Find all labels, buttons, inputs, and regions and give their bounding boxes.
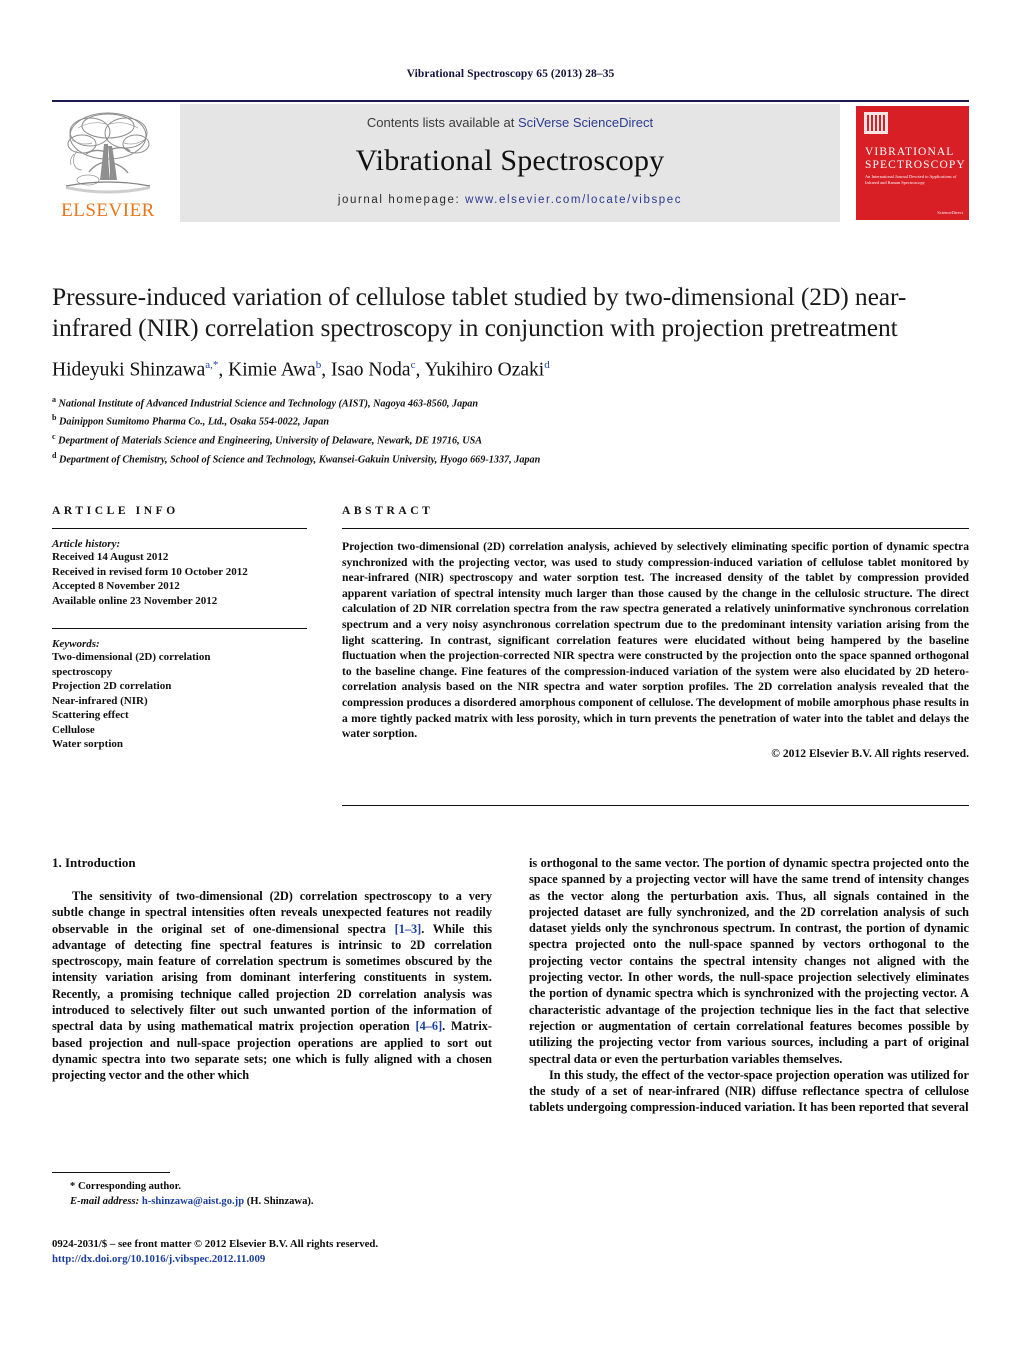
affiliation-text: Department of Chemistry, School of Scien…: [59, 454, 541, 466]
sciencedirect-link[interactable]: SciVerse ScienceDirect: [518, 115, 653, 130]
body-left-column: 1. Introduction The sensitivity of two-d…: [52, 855, 492, 1084]
affiliation-item: c Department of Materials Science and En…: [52, 430, 969, 449]
abstract-label: ABSTRACT: [342, 505, 434, 517]
email-suffix: (H. Shinzawa).: [244, 1195, 314, 1207]
keyword-item: spectroscopy: [52, 665, 113, 678]
homepage-url-link[interactable]: www.elsevier.com/locate/vibspec: [465, 194, 682, 206]
email-link[interactable]: h-shinzawa@aist.go.jp: [142, 1196, 244, 1207]
article-info-rule: [52, 528, 307, 529]
running-head: Vibrational Spectroscopy 65 (2013) 28–35: [406, 68, 615, 80]
header-top-rule: [52, 100, 969, 102]
intro-paragraph-left: The sensitivity of two-dimensional (2D) …: [52, 888, 492, 1084]
journal-masthead: Contents lists available at SciVerse Sci…: [180, 104, 840, 222]
keywords-label: Keywords:: [52, 638, 100, 650]
section-heading-introduction: 1. Introduction: [52, 855, 136, 870]
author-marks: b: [315, 359, 322, 371]
affiliation-item: b Dainippon Sumitomo Pharma Co., Ltd., O…: [52, 411, 969, 430]
article-info-column: ARTICLE INFO Article history: Received 1…: [52, 505, 307, 752]
author-marks: c: [410, 359, 416, 371]
cover-title-line2: SPECTROSCOPY: [865, 159, 966, 171]
journal-header-band: ELSEVIER Contents lists available at Sci…: [52, 104, 969, 222]
affiliation-item: a National Institute of Advanced Industr…: [52, 393, 969, 412]
article-history-item: Available online 23 November 2012: [52, 594, 218, 607]
body-right-column: is orthogonal to the same vector. The po…: [529, 855, 969, 1116]
author-name: Kimie Awa: [228, 359, 316, 381]
citation-link[interactable]: [1–3]: [395, 922, 422, 936]
cover-title-line1: VIBRATIONAL: [865, 146, 955, 158]
citation-link[interactable]: [4–6]: [416, 1019, 443, 1033]
affiliation-mark: d: [52, 451, 57, 461]
abstract-column: ABSTRACT Projection two-dimensional (2D)…: [342, 505, 969, 760]
keyword-item: Projection 2D correlation: [52, 680, 172, 692]
affiliation-mark: a: [52, 394, 56, 404]
intro-paragraph-right-2: In this study, the effect of the vector-…: [529, 1067, 969, 1115]
elsevier-logo: ELSEVIER: [52, 106, 164, 222]
abstract-copyright: © 2012 Elsevier B.V. All rights reserved…: [771, 746, 969, 760]
article-info-label: ARTICLE INFO: [52, 505, 179, 517]
affiliation-mark: c: [52, 432, 56, 442]
footnote-block: * Corresponding author. E-mail address: …: [52, 1180, 492, 1209]
author-list: Hideyuki Shinzawaa,*, Kimie Awab, Isao N…: [52, 359, 550, 381]
abstract-text: Projection two-dimensional (2D) correlat…: [342, 540, 969, 741]
affiliation-text: Department of Materials Science and Engi…: [58, 435, 483, 447]
contents-prefix: Contents lists available at: [366, 115, 518, 130]
affiliation-item: d Department of Chemistry, School of Sci…: [52, 449, 969, 468]
homepage-prefix: journal homepage:: [337, 194, 466, 206]
journal-homepage-line: journal homepage: www.elsevier.com/locat…: [180, 194, 840, 206]
article-history-item: Received in revised form 10 October 2012: [52, 565, 248, 578]
author-name: Isao Noda: [330, 359, 411, 381]
issn-front-matter: 0924-2031/$ – see front matter © 2012 El…: [52, 1238, 379, 1250]
abstract-bottom-rule: [342, 805, 969, 806]
abstract-rule: [342, 528, 969, 529]
elsevier-wordmark: ELSEVIER: [61, 200, 155, 221]
keyword-item: Near-infrared (NIR): [52, 694, 148, 707]
keywords-rule: [52, 628, 307, 629]
author-marks: a,*: [205, 359, 219, 371]
imprint-block: 0924-2031/$ – see front matter © 2012 El…: [52, 1237, 552, 1267]
cover-subtitle: An International Journal Devoted to Appl…: [865, 174, 957, 185]
journal-cover-thumbnail: VIBRATIONAL SPECTROSCOPY An Internationa…: [856, 106, 969, 220]
keyword-item: Two-dimensional (2D) correlation: [52, 651, 211, 663]
affiliation-list: a National Institute of Advanced Industr…: [52, 393, 969, 469]
article-history-item: Received 14 August 2012: [52, 551, 169, 563]
email-label: E-mail address:: [70, 1195, 140, 1207]
intro-paragraph-right-1: is orthogonal to the same vector. The po…: [529, 856, 969, 1066]
cover-footer-mark: ScienceDirect: [937, 210, 963, 215]
author-name: Yukihiro Ozaki: [424, 359, 545, 381]
paper-page: Vibrational Spectroscopy 65 (2013) 28–35: [0, 0, 1021, 1351]
cover-title: VIBRATIONAL SPECTROSCOPY: [865, 146, 966, 172]
keyword-item: Cellulose: [52, 723, 95, 736]
footnote-rule: [52, 1172, 170, 1173]
keyword-item: Water sorption: [52, 738, 123, 750]
page-title: Pressure-induced variation of cellulose …: [52, 282, 907, 342]
contents-available-line: Contents lists available at SciVerse Sci…: [180, 115, 840, 130]
affiliation-text: Dainippon Sumitomo Pharma Co., Ltd., Osa…: [59, 416, 330, 428]
article-history-item: Accepted 8 November 2012: [52, 580, 180, 592]
title-block: Pressure-induced variation of cellulose …: [52, 281, 969, 468]
affiliation-mark: b: [52, 413, 57, 423]
journal-title: Vibrational Spectroscopy: [355, 144, 665, 177]
keyword-item: Scattering effect: [52, 709, 129, 721]
email-note: E-mail address: h-shinzawa@aist.go.jp (H…: [52, 1195, 492, 1210]
cover-elsevier-mark-icon: [864, 112, 888, 134]
intro-text-b: . While this advantage of detecting fine…: [52, 921, 492, 1034]
author-marks: d: [544, 359, 550, 371]
author-name: Hideyuki Shinzawa: [52, 359, 206, 381]
corresponding-author-note: * Corresponding author.: [70, 1181, 181, 1192]
affiliation-text: National Institute of Advanced Industria…: [58, 397, 479, 409]
article-history-label: Article history:: [52, 538, 121, 550]
doi-link[interactable]: http://dx.doi.org/10.1016/j.vibspec.2012…: [52, 1252, 552, 1267]
